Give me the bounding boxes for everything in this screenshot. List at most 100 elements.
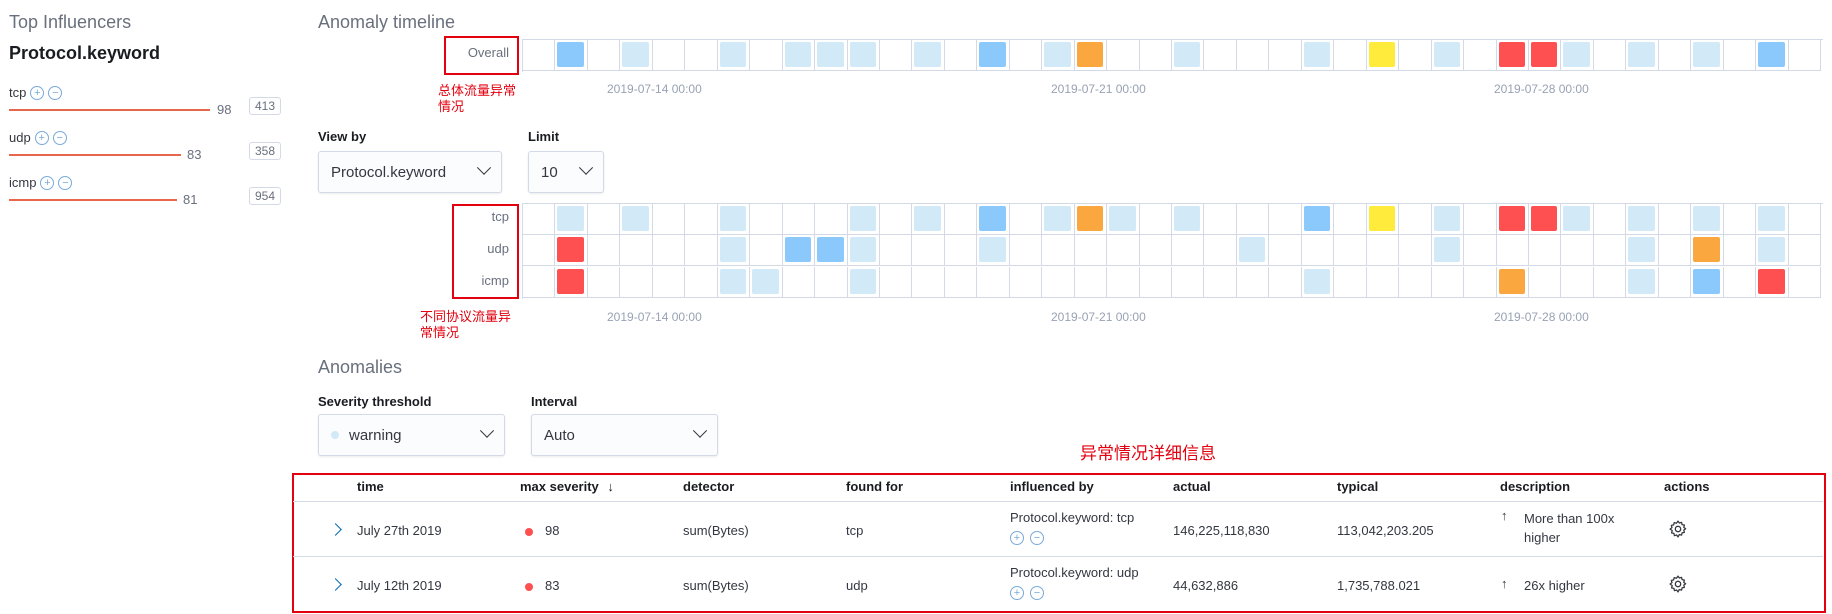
- swimlane-cell[interactable]: [1399, 40, 1432, 71]
- swimlane-cell[interactable]: [1010, 40, 1042, 71]
- swimlane-icmp[interactable]: [522, 267, 1823, 299]
- swimlane-cell[interactable]: [1302, 204, 1334, 235]
- swimlane-cell[interactable]: [1367, 235, 1399, 266]
- swimlane-cell[interactable]: [718, 235, 750, 266]
- swimlane-cell[interactable]: [1497, 235, 1529, 266]
- swimlane-cell[interactable]: [1529, 204, 1561, 235]
- swimlane-cell[interactable]: [783, 40, 815, 71]
- severity-threshold-select[interactable]: warning: [318, 414, 505, 456]
- swimlane-cell[interactable]: [1789, 40, 1821, 71]
- swimlane-cell[interactable]: [1756, 235, 1789, 266]
- col-typical[interactable]: typical: [1337, 479, 1378, 494]
- swimlane-cell[interactable]: [880, 267, 912, 298]
- swimlane-cell[interactable]: [1367, 267, 1399, 298]
- swimlane-cell[interactable]: [977, 204, 1010, 235]
- swimlane-udp[interactable]: [522, 235, 1823, 267]
- swimlane-cell[interactable]: [1010, 235, 1042, 266]
- swimlane-cell[interactable]: [1107, 267, 1140, 298]
- swimlane-cell[interactable]: [1269, 235, 1302, 266]
- swimlane-cell[interactable]: [685, 267, 718, 298]
- swimlane-cell[interactable]: [1626, 267, 1659, 298]
- swimlane-cell[interactable]: [1497, 267, 1529, 298]
- filter-out-icon[interactable]: −: [58, 175, 73, 190]
- swimlane-cell[interactable]: [1107, 235, 1140, 266]
- swimlane-cell[interactable]: [1302, 267, 1334, 298]
- chevron-right-icon[interactable]: [329, 578, 342, 591]
- swimlane-cell[interactable]: [523, 235, 555, 266]
- swimlane-cell[interactable]: [1594, 235, 1626, 266]
- swimlane-cell[interactable]: [1010, 267, 1042, 298]
- swimlane-cell[interactable]: [848, 235, 880, 266]
- swimlane-cell[interactable]: [912, 204, 945, 235]
- swimlane-cell[interactable]: [1789, 235, 1821, 266]
- swimlane-cell[interactable]: [718, 204, 750, 235]
- swimlane-cell[interactable]: [1172, 267, 1204, 298]
- swimlane-cell[interactable]: [1269, 267, 1302, 298]
- filter-in-icon[interactable]: +: [1010, 531, 1024, 545]
- swimlane-cell[interactable]: [1626, 235, 1659, 266]
- swimlane-cell[interactable]: [1204, 267, 1237, 298]
- swimlane-cell[interactable]: [1594, 40, 1626, 71]
- swimlane-cell[interactable]: [653, 40, 685, 71]
- swimlane-cell[interactable]: [945, 267, 977, 298]
- swimlane-cell[interactable]: [1237, 40, 1269, 71]
- swimlane-cell[interactable]: [653, 267, 685, 298]
- col-description[interactable]: description: [1500, 479, 1570, 494]
- view-by-select[interactable]: Protocol.keyword: [318, 151, 502, 193]
- swimlane-cell[interactable]: [1042, 204, 1075, 235]
- swimlane-cell[interactable]: [1075, 204, 1107, 235]
- swimlane-cell[interactable]: [977, 40, 1010, 71]
- swimlane-cell[interactable]: [1334, 204, 1367, 235]
- swimlane-cell[interactable]: [1789, 267, 1821, 298]
- swimlane-cell[interactable]: [1594, 267, 1626, 298]
- swimlane-cell[interactable]: [880, 40, 912, 71]
- swimlane-cell[interactable]: [555, 267, 588, 298]
- limit-select[interactable]: 10: [528, 151, 604, 193]
- swimlane-cell[interactable]: [718, 40, 750, 71]
- swimlane-cell[interactable]: [588, 204, 620, 235]
- swimlane-cell[interactable]: [1269, 204, 1302, 235]
- swimlane-cell[interactable]: [945, 204, 977, 235]
- swimlane-cell[interactable]: [945, 235, 977, 266]
- swimlane-cell[interactable]: [1399, 267, 1432, 298]
- swimlane-cell[interactable]: [523, 204, 555, 235]
- swimlane-cell[interactable]: [783, 204, 815, 235]
- swimlane-cell[interactable]: [653, 235, 685, 266]
- swimlane-cell[interactable]: [1075, 235, 1107, 266]
- swimlane-cell[interactable]: [1204, 40, 1237, 71]
- swimlane-cell[interactable]: [815, 40, 848, 71]
- swimlane-cell[interactable]: [1724, 204, 1756, 235]
- swimlane-cell[interactable]: [1075, 267, 1107, 298]
- swimlane-cell[interactable]: [523, 40, 555, 71]
- swimlane-cell[interactable]: [1432, 204, 1464, 235]
- swimlane-cell[interactable]: [848, 267, 880, 298]
- swimlane-cell[interactable]: [555, 204, 588, 235]
- swimlane-cell[interactable]: [1464, 40, 1497, 71]
- swimlane-cell[interactable]: [1399, 235, 1432, 266]
- swimlane-cell[interactable]: [1075, 40, 1107, 71]
- swimlane-cell[interactable]: [620, 40, 653, 71]
- filter-in-icon[interactable]: +: [34, 130, 49, 145]
- swimlane-cell[interactable]: [1204, 204, 1237, 235]
- swimlane-cell[interactable]: [783, 235, 815, 266]
- swimlane-cell[interactable]: [750, 267, 783, 298]
- swimlane-cell[interactable]: [1464, 204, 1497, 235]
- interval-select[interactable]: Auto: [531, 414, 718, 456]
- swimlane-cell[interactable]: [1497, 204, 1529, 235]
- swimlane-cell[interactable]: [848, 40, 880, 71]
- swimlane-cell[interactable]: [685, 204, 718, 235]
- filter-out-icon[interactable]: −: [1030, 531, 1044, 545]
- swimlane-cell[interactable]: [750, 235, 783, 266]
- swimlane-cell[interactable]: [1626, 40, 1659, 71]
- swimlane-cell[interactable]: [1691, 235, 1724, 266]
- swimlane-cell[interactable]: [620, 267, 653, 298]
- swimlane-cell[interactable]: [1432, 267, 1464, 298]
- swimlane-cell[interactable]: [588, 40, 620, 71]
- swimlane-cell[interactable]: [977, 267, 1010, 298]
- filter-in-icon[interactable]: +: [40, 175, 55, 190]
- swimlane-cell[interactable]: [1529, 40, 1561, 71]
- swimlane-cell[interactable]: [1626, 204, 1659, 235]
- swimlane-cell[interactable]: [653, 204, 685, 235]
- swimlane-cell[interactable]: [1691, 267, 1724, 298]
- gear-icon[interactable]: [1668, 519, 1688, 539]
